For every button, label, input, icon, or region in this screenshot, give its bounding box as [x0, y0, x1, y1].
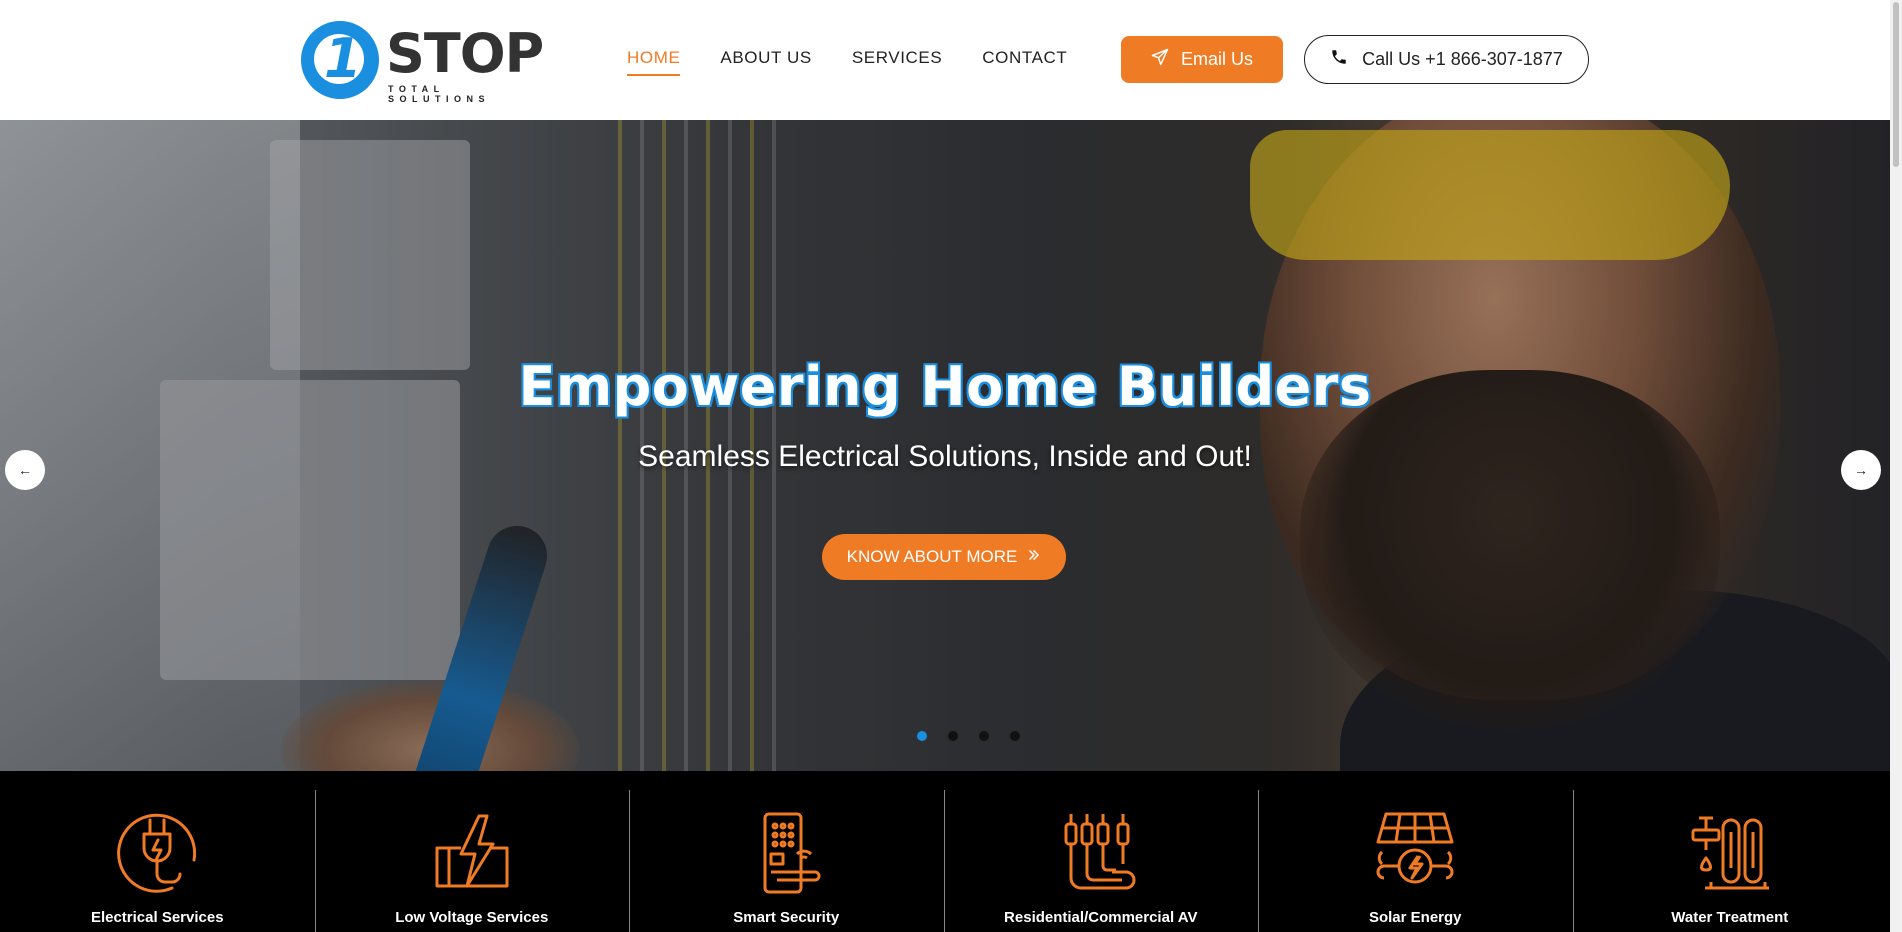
smart-lock-icon	[763, 812, 821, 894]
hero-slider: Empowering Home Builders Seamless Electr…	[0, 120, 1890, 771]
service-electrical[interactable]: Electrical Services	[0, 790, 315, 932]
logo[interactable]: 1 STOP TOTAL SOLUTIONS	[300, 20, 545, 104]
slider-dot-2[interactable]	[948, 731, 958, 741]
service-label-water-treatment: Water Treatment	[1671, 909, 1789, 926]
logo-number: 1	[324, 27, 362, 90]
nav-item-services[interactable]: SERVICES	[852, 48, 942, 76]
nav-item-home[interactable]: HOME	[627, 48, 681, 76]
nav-item-contact[interactable]: CONTACT	[982, 48, 1067, 76]
slider-prev-button[interactable]: ←	[5, 450, 45, 490]
email-us-button[interactable]: Email Us	[1121, 36, 1283, 83]
email-us-label: Email Us	[1180, 49, 1253, 69]
know-about-more-label: KNOW ABOUT MORE	[846, 547, 1018, 566]
slider-dot-4[interactable]	[1010, 731, 1020, 741]
service-label-electrical: Electrical Services	[90, 909, 224, 926]
service-label-low-voltage: Low Voltage Services	[395, 909, 549, 926]
hero-title: Empowering Home Builders	[518, 355, 1372, 418]
page-scrollbar[interactable]	[1890, 0, 1902, 932]
slider-dot-1[interactable]	[917, 731, 927, 741]
av-cables-icon	[1064, 814, 1136, 890]
phone-icon	[1330, 48, 1348, 71]
logo-word: STOP	[386, 22, 544, 85]
service-solar[interactable]: Solar Energy	[1258, 790, 1573, 932]
lightning-box-icon	[435, 814, 509, 888]
arrow-right-icon: →	[1854, 462, 1868, 478]
service-smart-security[interactable]: Smart Security	[629, 790, 944, 932]
solar-panel-icon	[1376, 812, 1454, 884]
nav-item-about-us[interactable]: ABOUT US	[720, 48, 811, 76]
hero-subtitle: Seamless Electrical Solutions, Inside an…	[638, 440, 1252, 473]
double-chevron-right-icon	[1027, 547, 1041, 567]
service-low-voltage[interactable]: Low Voltage Services	[314, 790, 630, 932]
services-strip: Electrical Services Low Voltage Services…	[0, 771, 1890, 932]
service-label-av: Residential/Commercial AV	[1004, 909, 1198, 926]
know-about-more-button[interactable]: KNOW ABOUT MORE	[822, 534, 1066, 580]
service-label-smart-security: Smart Security	[733, 909, 840, 926]
service-water-treatment[interactable]: Water Treatment	[1572, 790, 1888, 932]
call-us-label: Call Us +1 866-307-1877	[1362, 49, 1563, 69]
service-av[interactable]: Residential/Commercial AV	[943, 790, 1259, 932]
main-nav: HOME ABOUT US SERVICES CONTACT	[627, 48, 1067, 76]
site-header: 1 STOP TOTAL SOLUTIONS HOME ABOUT US SER…	[0, 0, 1890, 120]
plug-icon	[117, 813, 197, 893]
arrow-left-icon: ←	[18, 462, 32, 478]
slider-dot-3[interactable]	[979, 731, 989, 741]
service-label-solar: Solar Energy	[1368, 909, 1462, 926]
water-filter-icon	[1691, 816, 1769, 890]
logo-tagline: TOTAL SOLUTIONS	[388, 84, 491, 104]
call-us-button[interactable]: Call Us +1 866-307-1877	[1304, 35, 1589, 84]
slider-pagination	[917, 731, 1020, 741]
paper-plane-icon	[1151, 48, 1169, 71]
scrollbar-thumb[interactable]	[1893, 2, 1899, 167]
slider-next-button[interactable]: →	[1841, 450, 1881, 490]
